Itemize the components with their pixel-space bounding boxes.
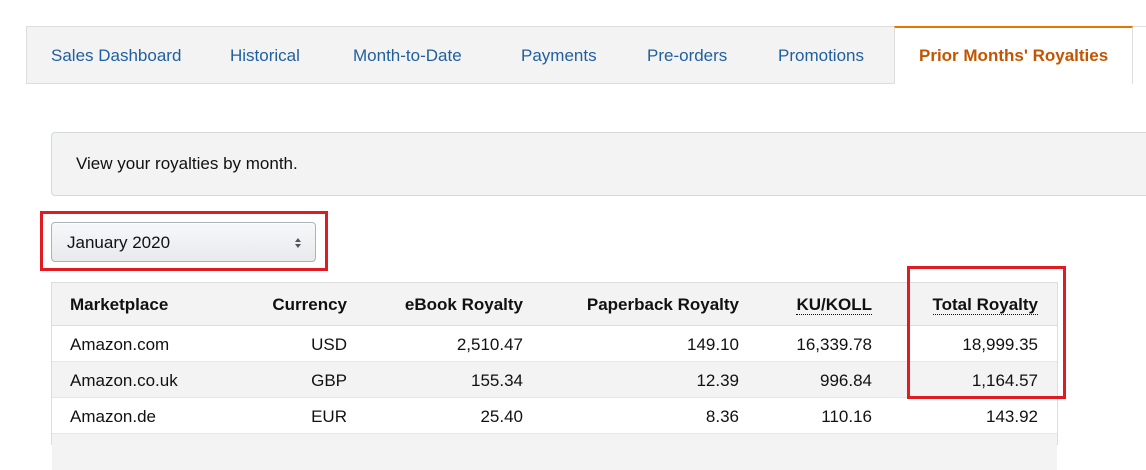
table-row: Amazon.com USD 2,510.47 149.10 16,339.78… (52, 326, 1057, 362)
header-marketplace: Marketplace (70, 295, 169, 314)
cell-currency: GBP (311, 371, 347, 390)
header-ku-koll[interactable]: KU/KOLL (796, 295, 872, 315)
table-row: Amazon.de EUR 25.40 8.36 110.16 143.92 (52, 398, 1057, 434)
tab-promotions[interactable]: Promotions (778, 27, 864, 84)
sort-arrows-icon (295, 238, 301, 248)
tab-historical[interactable]: Historical (230, 27, 300, 84)
table-row (52, 434, 1057, 470)
cell-ebook-royalty: 2,510.47 (456, 335, 523, 354)
table-header: Marketplace Currency eBook Royalty Paper… (52, 283, 1057, 326)
royalty-table: Marketplace Currency eBook Royalty Paper… (51, 282, 1058, 470)
cell-currency: USD (311, 335, 347, 354)
tab-bar: Sales Dashboard Historical Month-to-Date… (26, 26, 1146, 84)
cell-marketplace: Amazon.co.uk (70, 371, 178, 390)
tab-overflow-edge (1132, 27, 1146, 84)
tab-pre-orders[interactable]: Pre-orders (647, 27, 727, 84)
tab-payments[interactable]: Payments (521, 27, 597, 84)
cell-total-royalty: 143.92 (986, 407, 1038, 426)
cell-paperback-royalty: 12.39 (696, 371, 739, 390)
cell-marketplace: Amazon.com (70, 335, 170, 354)
cell-ebook-royalty: 155.34 (471, 371, 523, 390)
table-row: Amazon.co.uk GBP 155.34 12.39 996.84 1,1… (52, 362, 1057, 398)
month-select[interactable]: January 2020 (51, 222, 316, 262)
cell-currency: EUR (311, 407, 347, 426)
cell-ku-koll: 996.84 (820, 371, 872, 390)
cell-paperback-royalty: 149.10 (687, 335, 739, 354)
cell-ku-koll: 110.16 (821, 407, 872, 426)
info-text: View your royalties by month. (76, 154, 298, 173)
cell-ku-koll: 16,339.78 (796, 335, 872, 354)
info-box: View your royalties by month. (51, 132, 1146, 196)
month-select-value: January 2020 (67, 233, 171, 252)
header-currency: Currency (272, 295, 347, 314)
cell-ebook-royalty: 25.40 (480, 407, 523, 426)
cell-total-royalty: 1,164.57 (971, 371, 1038, 390)
header-ebook-royalty: eBook Royalty (404, 295, 523, 314)
tab-month-to-date[interactable]: Month-to-Date (353, 27, 462, 84)
header-paperback-royalty: Paperback Royalty (586, 295, 739, 314)
tab-sales-dashboard[interactable]: Sales Dashboard (51, 27, 181, 84)
header-total-royalty[interactable]: Total Royalty (932, 295, 1038, 315)
cell-paperback-royalty: 8.36 (705, 407, 739, 426)
tab-prior-months-royalties[interactable]: Prior Months' Royalties (894, 26, 1134, 84)
cell-total-royalty: 18,999.35 (962, 335, 1038, 354)
cell-marketplace: Amazon.de (70, 407, 156, 426)
